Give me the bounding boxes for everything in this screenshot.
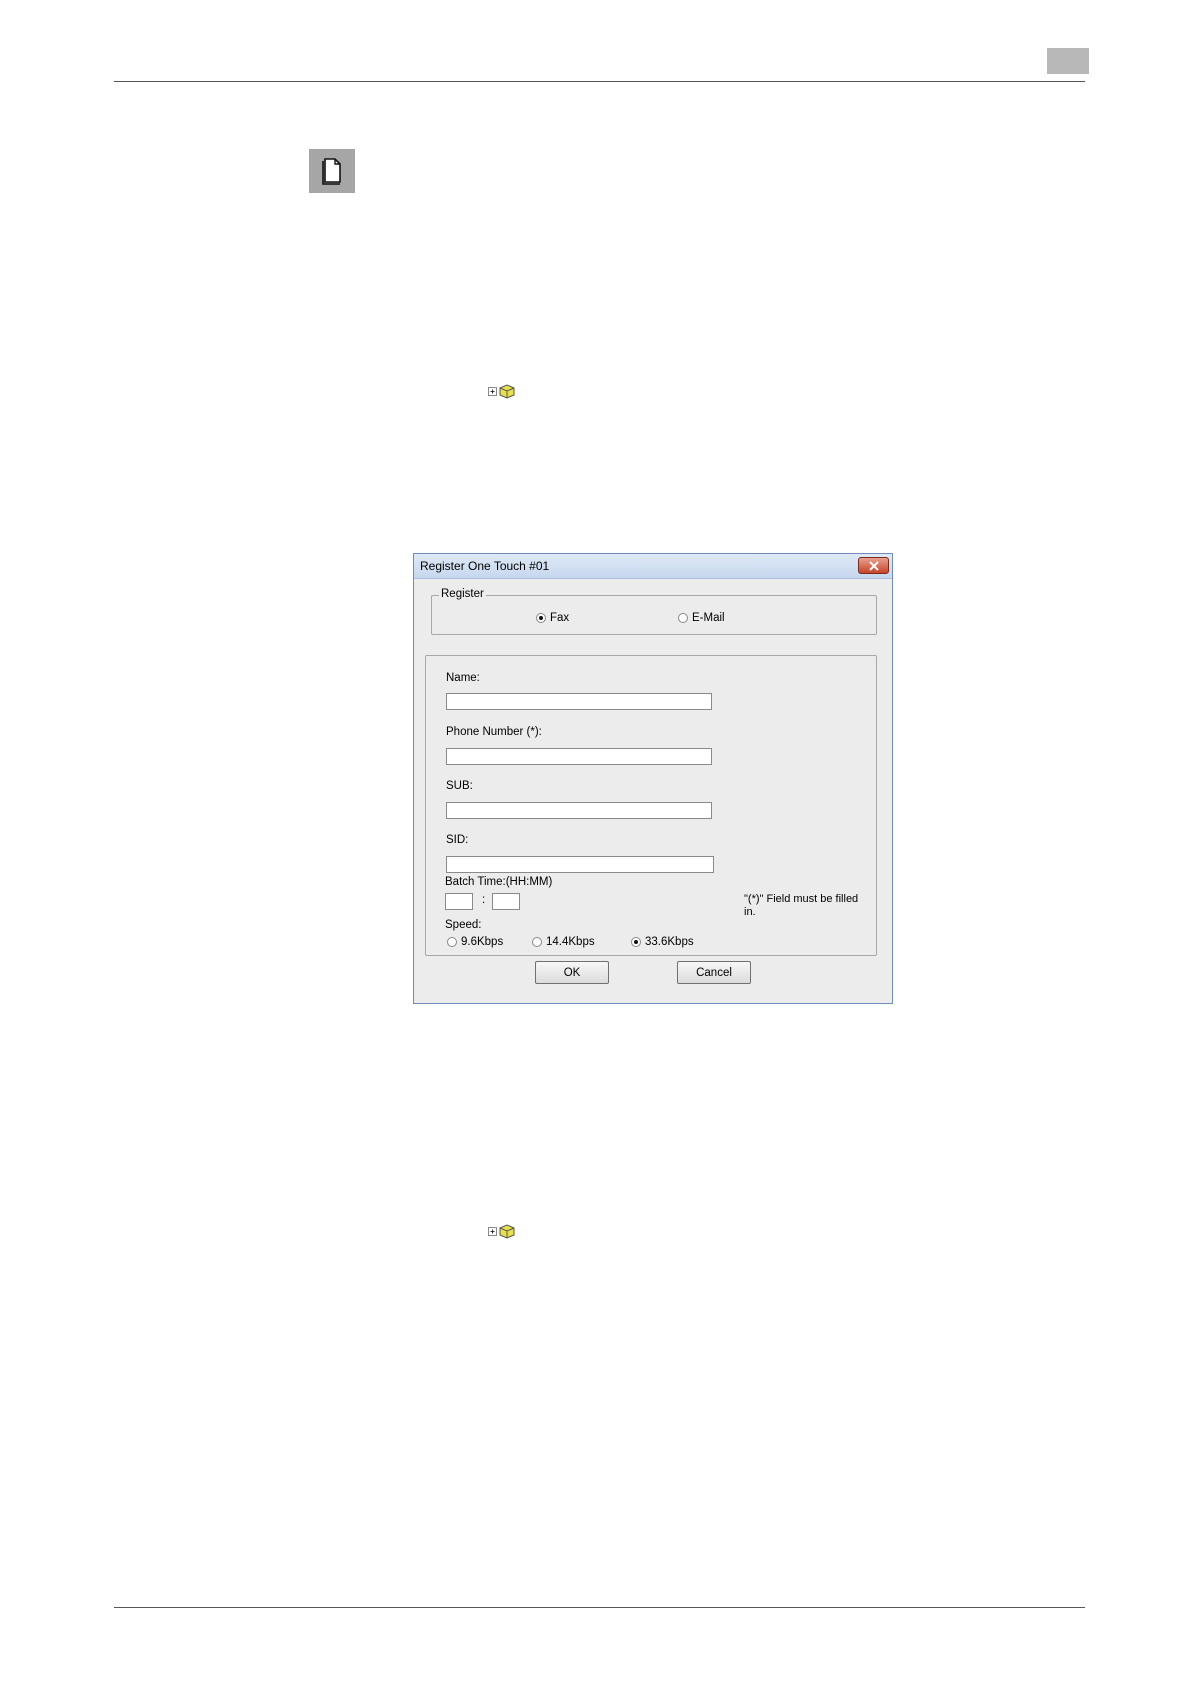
radio-email-label: E-Mail [692, 612, 725, 624]
radio-fax[interactable]: Fax [536, 612, 569, 624]
register-legend: Register [439, 588, 486, 600]
note-icon [309, 149, 355, 193]
speed-label: Speed: [445, 919, 482, 931]
required-field-note: "(*)" Field must be filled in. [744, 893, 859, 918]
close-icon [869, 561, 879, 571]
radio-speed-9-6-label: 9.6Kbps [461, 936, 504, 948]
radio-email[interactable]: E-Mail [678, 612, 725, 624]
fax-details-panel: Name: Phone Number (*): SUB: SID: Batch … [425, 655, 877, 956]
batch-time-separator: : [482, 894, 486, 906]
dialog-title-bar: Register One Touch #01 [414, 554, 892, 579]
radio-indicator [631, 937, 641, 947]
tree-expand-icon [488, 1227, 497, 1236]
ok-button[interactable]: OK [535, 961, 609, 984]
dialog-title: Register One Touch #01 [420, 559, 550, 573]
radio-speed-14-4[interactable]: 14.4Kbps [532, 936, 595, 948]
radio-speed-33-6[interactable]: 33.6Kbps [631, 936, 694, 948]
radio-speed-9-6[interactable]: 9.6Kbps [447, 936, 503, 948]
register-one-touch-dialog: Register One Touch #01 Register Fax E-Ma… [413, 553, 893, 1004]
radio-indicator [447, 937, 457, 947]
footer-rule [114, 1607, 1085, 1608]
name-label: Name: [446, 672, 480, 684]
sid-field[interactable] [446, 856, 714, 873]
radio-fax-label: Fax [550, 612, 570, 624]
radio-speed-33-6-label: 33.6Kbps [645, 936, 694, 948]
batch-time-label: Batch Time:(HH:MM) [445, 876, 553, 888]
batch-time-hours-field[interactable] [445, 893, 473, 910]
radio-speed-14-4-label: 14.4Kbps [546, 936, 595, 948]
sub-field[interactable] [446, 802, 712, 819]
radio-indicator [678, 613, 688, 623]
package-icon [499, 1224, 515, 1239]
sub-label: SUB: [446, 780, 473, 792]
package-icon [499, 384, 515, 399]
close-button[interactable] [858, 557, 889, 574]
tree-node-package[interactable] [487, 1222, 517, 1240]
cancel-button[interactable]: Cancel [677, 961, 751, 984]
phone-number-field[interactable] [446, 748, 712, 765]
tree-expand-icon [488, 387, 497, 396]
phone-number-label: Phone Number (*): [446, 726, 542, 738]
tree-node-package[interactable] [487, 382, 517, 400]
name-field[interactable] [446, 693, 712, 710]
radio-indicator [532, 937, 542, 947]
page-number-tab [1047, 48, 1089, 74]
header-rule [114, 81, 1085, 82]
radio-indicator [536, 613, 546, 623]
sid-label: SID: [446, 834, 469, 846]
register-group: Register Fax E-Mail [431, 588, 877, 635]
batch-time-minutes-field[interactable] [492, 893, 520, 910]
